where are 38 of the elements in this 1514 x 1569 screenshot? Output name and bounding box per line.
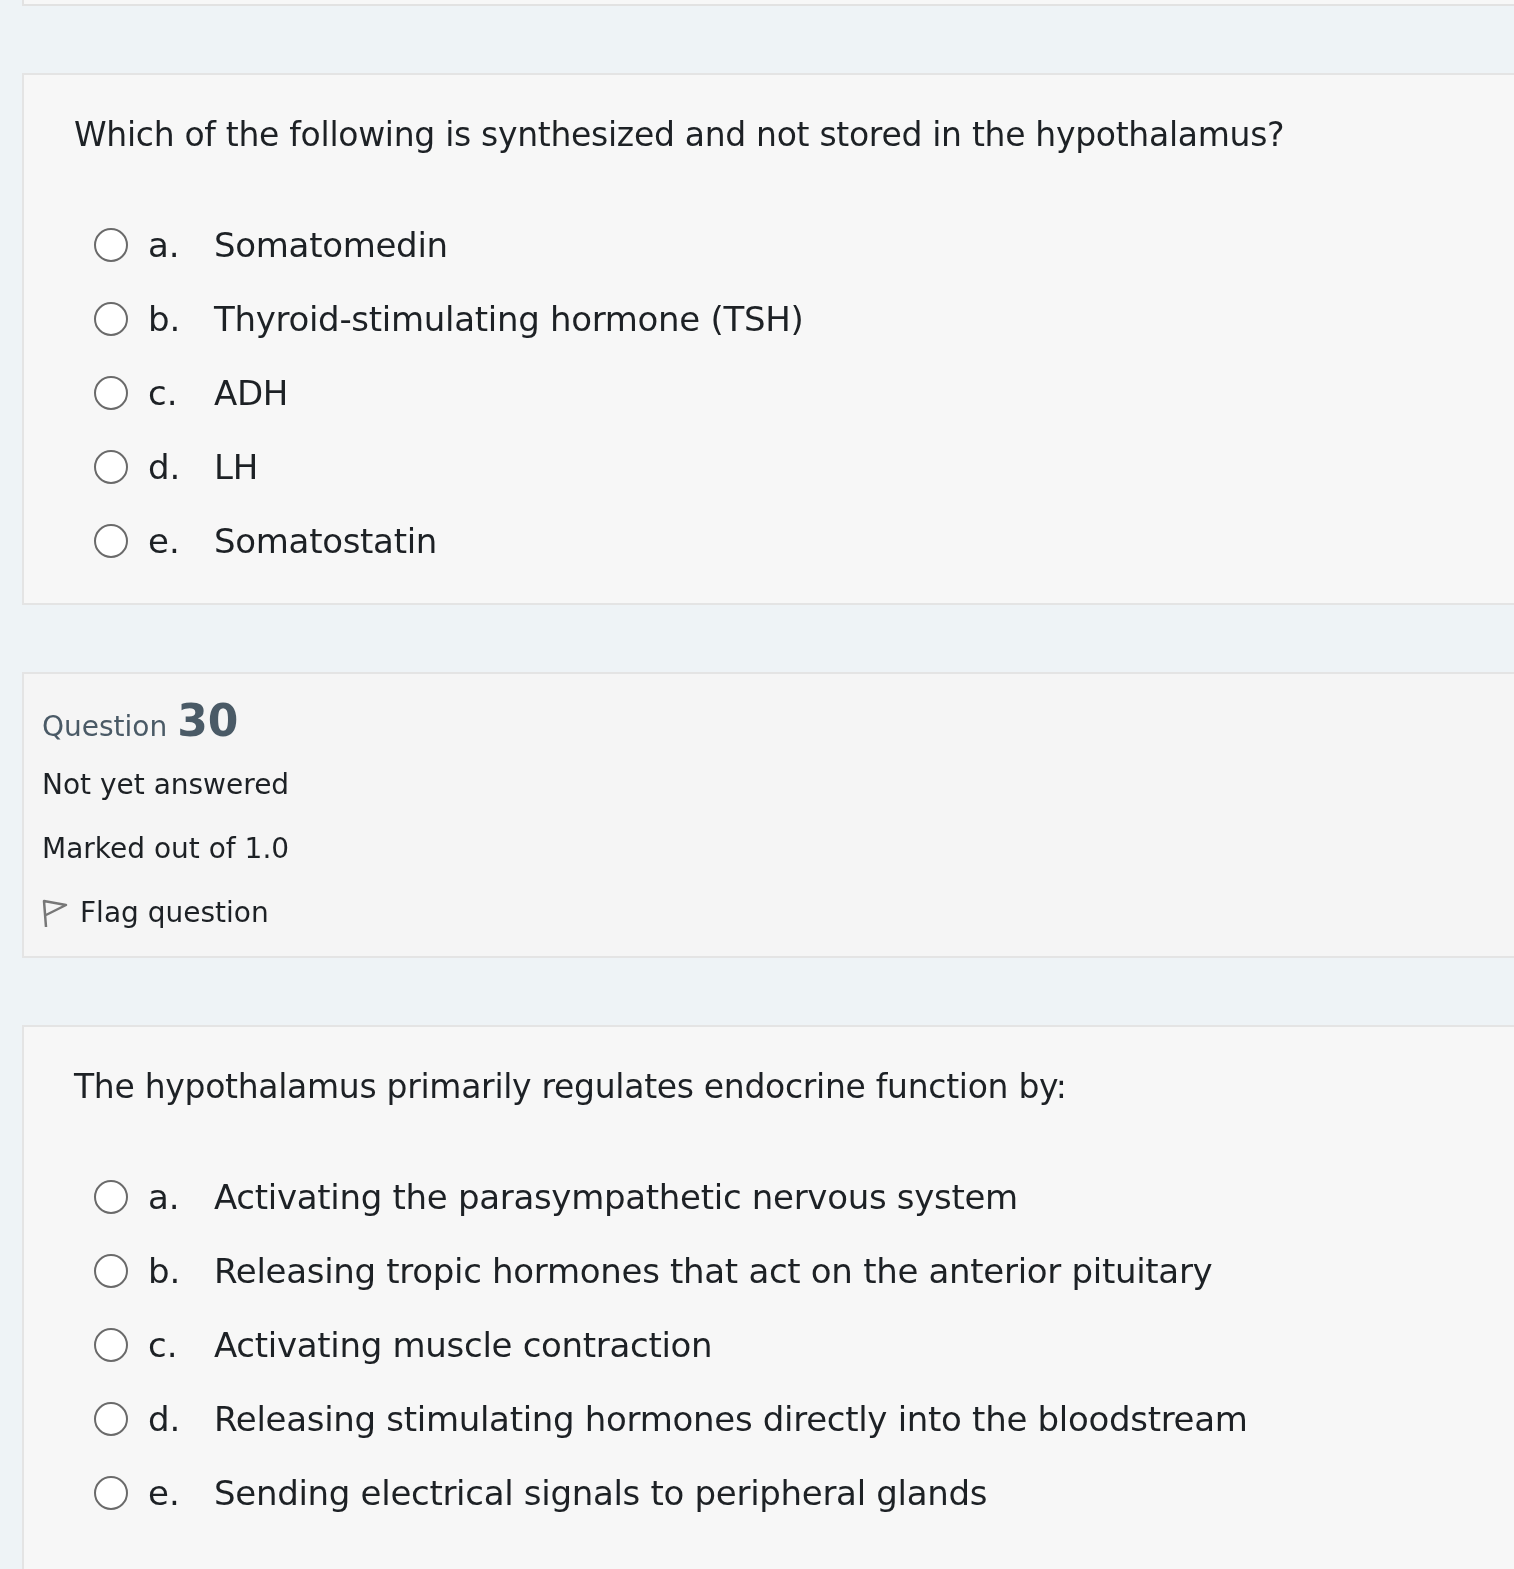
option-letter: b. bbox=[148, 297, 182, 341]
radio-button[interactable] bbox=[94, 1402, 128, 1436]
radio-button[interactable] bbox=[94, 1476, 128, 1510]
option-label: ADH bbox=[214, 371, 289, 415]
radio-button[interactable] bbox=[94, 1254, 128, 1288]
option-letter: b. bbox=[148, 1249, 182, 1293]
option-label: Activating the parasympathetic nervous system bbox=[214, 1175, 1018, 1219]
radio-button[interactable] bbox=[94, 302, 128, 336]
radio-button[interactable] bbox=[94, 376, 128, 410]
option-letter: c. bbox=[148, 371, 179, 415]
radio-button[interactable] bbox=[94, 1180, 128, 1214]
option-label: Activating muscle contraction bbox=[214, 1323, 713, 1367]
option-label: Sending electrical signals to peripheral glands bbox=[214, 1471, 988, 1515]
flag-icon bbox=[42, 897, 68, 929]
status-text: Not yet answered bbox=[42, 767, 290, 803]
option-label: Releasing stimulating hormones directly into the bloodstream bbox=[214, 1397, 1248, 1441]
radio-button[interactable] bbox=[94, 524, 128, 558]
question-text: Which of the following is synthesized and not stored in the hypothalamus? bbox=[74, 114, 1286, 156]
option-letter: d. bbox=[148, 1397, 182, 1441]
question-label: Question bbox=[42, 709, 168, 745]
option-letter: e. bbox=[148, 1471, 181, 1515]
option-letter: c. bbox=[148, 1323, 179, 1367]
option-letter: e. bbox=[148, 519, 181, 563]
option-letter: d. bbox=[148, 445, 182, 489]
option-letter: a. bbox=[148, 223, 181, 267]
flag-question-link[interactable]: Flag question bbox=[42, 892, 269, 934]
option-label: Releasing tropic hormones that act on the anterior pituitary bbox=[214, 1249, 1213, 1293]
radio-button[interactable] bbox=[94, 228, 128, 262]
question-number: 30 bbox=[177, 694, 239, 748]
question-text: The hypothalamus primarily regulates endocrine function by: bbox=[74, 1066, 1068, 1108]
radio-button[interactable] bbox=[94, 450, 128, 484]
option-letter: a. bbox=[148, 1175, 181, 1219]
option-label: Thyroid-stimulating hormone (TSH) bbox=[214, 297, 804, 341]
option-label: Somatostatin bbox=[214, 519, 438, 563]
radio-button[interactable] bbox=[94, 1328, 128, 1362]
option-label: LH bbox=[214, 445, 258, 489]
marks-text: Marked out of 1.0 bbox=[42, 831, 290, 867]
option-label: Somatomedin bbox=[214, 223, 448, 267]
